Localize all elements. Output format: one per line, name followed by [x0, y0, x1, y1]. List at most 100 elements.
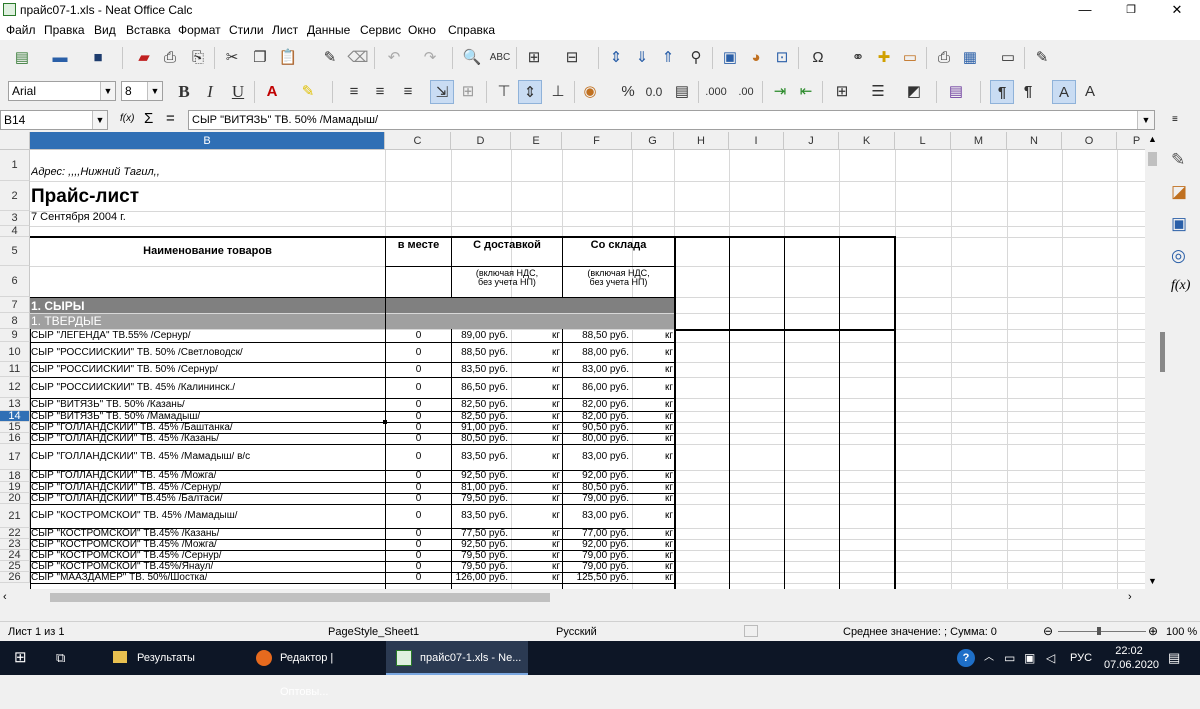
product-name-cell[interactable]: СЫР "МААЗДАМЕР" ТВ. 50%/Шостка/ — [31, 573, 207, 583]
unit-cell[interactable]: кг — [512, 383, 560, 393]
split-window-icon[interactable]: ▭ — [996, 46, 1020, 70]
zoom-in-icon[interactable]: ⊕ — [1148, 624, 1158, 638]
column-header-j[interactable]: J — [784, 132, 839, 150]
unit-cell[interactable]: кг — [512, 452, 560, 462]
qty-cell[interactable]: 0 — [386, 562, 451, 572]
border-style-icon[interactable]: ☰ — [866, 80, 890, 104]
unit-cell[interactable]: кг — [512, 540, 560, 550]
price-warehouse-cell[interactable]: 80,50 руб. — [563, 483, 629, 493]
chevron-down-icon[interactable]: ▼ — [100, 82, 115, 100]
table-row[interactable]: СЫР "ВИТЯЗЬ" ТВ. 50% /Казань/ 0 82,50 ру… — [30, 399, 676, 411]
product-name-cell[interactable]: СЫР "ВИТЯЗЬ" ТВ. 50% /Казань/ — [31, 400, 185, 410]
column-header-i[interactable]: I — [729, 132, 784, 150]
unit-cell[interactable]: кг — [633, 365, 673, 375]
qty-cell[interactable]: 0 — [386, 471, 451, 481]
table-row[interactable]: СЫР "ГОЛЛАНДСКИЙ" ТВ. 45% /Казань/ 0 80,… — [30, 434, 676, 444]
price-warehouse-cell[interactable]: 92,00 руб. — [563, 540, 629, 550]
unit-cell[interactable]: кг — [633, 452, 673, 462]
select-all-corner[interactable] — [0, 132, 30, 150]
price-warehouse-cell[interactable]: 88,50 руб. — [563, 331, 629, 341]
column-header-k[interactable]: K — [839, 132, 895, 150]
unit-cell[interactable]: кг — [633, 348, 673, 358]
table-row[interactable]: СЫР "РОССИЙСКИЙ" ТВ. 50% /Светловодск/ 0… — [30, 343, 676, 362]
merge-cells-icon[interactable]: ⊞ — [456, 80, 480, 104]
column-header-f[interactable]: F — [562, 132, 632, 150]
currency-format-icon[interactable]: ◉ — [578, 80, 602, 104]
unit-cell[interactable]: кг — [512, 471, 560, 481]
increase-indent-icon[interactable]: ⇥ — [768, 80, 792, 104]
qty-cell[interactable]: 0 — [386, 551, 451, 561]
table-row[interactable]: СЫР "КОСТРОМСКОЙ" ТВ.45% /Казань/ 0 77,5… — [30, 529, 676, 539]
help-icon[interactable]: ? — [957, 649, 975, 667]
right-to-left-icon[interactable]: ¶ — [1016, 80, 1040, 104]
zoom-out-icon[interactable]: ⊖ — [1043, 624, 1053, 638]
borders-icon[interactable]: ⊞ — [830, 80, 854, 104]
price-delivery-cell[interactable]: 91,00 руб. — [452, 423, 508, 433]
sum-button[interactable]: Σ — [144, 110, 153, 127]
unit-cell[interactable]: кг — [633, 423, 673, 433]
table-row[interactable]: СЫР "РОССИЙСКИЙ" ТВ. 45% /Калининск./ 0 … — [30, 378, 676, 398]
price-warehouse-cell[interactable]: 125,50 руб. — [563, 573, 629, 583]
qty-cell[interactable]: 0 — [386, 331, 451, 341]
clock[interactable]: 22:02 07.06.2020 — [1104, 644, 1159, 674]
qty-cell[interactable]: 0 — [386, 483, 451, 493]
pivot-table-icon[interactable]: ⊡ — [770, 46, 794, 70]
minimize-button[interactable]: — — [1062, 0, 1108, 20]
row-header[interactable]: 3 — [0, 211, 30, 226]
unit-cell[interactable]: кг — [512, 511, 560, 521]
hyperlink-icon[interactable]: ⚭ — [846, 46, 870, 70]
left-to-right-icon[interactable]: ¶ — [990, 80, 1014, 104]
table-row[interactable]: СЫР "ЛЕГЕНДА" ТВ.55% /Сернур/ 0 89,00 ру… — [30, 330, 676, 342]
row-header[interactable]: 4 — [0, 226, 30, 237]
row-header[interactable]: 17 — [0, 444, 30, 470]
column-header-l[interactable]: L — [895, 132, 951, 150]
unit-cell[interactable]: кг — [512, 494, 560, 504]
zoom-slider-knob[interactable] — [1097, 627, 1101, 635]
price-delivery-cell[interactable]: 126,00 руб. — [452, 573, 508, 583]
menu-view[interactable]: Вид — [94, 23, 116, 37]
qty-cell[interactable]: 0 — [386, 383, 451, 393]
insert-chart-icon[interactable]: ◕ — [744, 46, 768, 70]
copy-icon[interactable]: ❐ — [248, 46, 272, 70]
unit-cell[interactable]: кг — [633, 540, 673, 550]
decrease-indent-icon[interactable]: ⇤ — [794, 80, 818, 104]
column-insert-icon[interactable]: ⊟ — [560, 46, 584, 70]
product-name-cell[interactable]: СЫР "КОСТРОМСКОЙ" ТВ.45% /Можга/ — [31, 540, 217, 550]
menu-file[interactable]: Файл — [6, 23, 36, 37]
price-delivery-cell[interactable]: 80,50 руб. — [452, 434, 508, 444]
price-delivery-cell[interactable]: 83,50 руб. — [452, 365, 508, 375]
unit-cell[interactable]: кг — [512, 483, 560, 493]
menu-window[interactable]: Окно — [408, 23, 436, 37]
column-header-p[interactable]: P — [1117, 132, 1145, 150]
price-delivery-cell[interactable]: 81,00 руб. — [452, 483, 508, 493]
font-color-icon[interactable]: A — [260, 80, 284, 104]
special-character-icon[interactable]: Ω — [806, 46, 830, 70]
qty-cell[interactable]: 0 — [386, 365, 451, 375]
table-row[interactable]: СЫР "КОСТРОМСКОЙ" ТВ.45% /Можга/ 0 92,50… — [30, 540, 676, 550]
product-name-cell[interactable]: СЫР "ГОЛЛАНДСКИЙ" ТВ. 45% /Казань/ — [31, 434, 219, 444]
function-wizard-button[interactable]: f(x) — [120, 113, 134, 124]
taskbar-item-calc[interactable]: прайс07-1.xls - Ne... — [386, 641, 528, 675]
print-icon[interactable]: ⎙ — [158, 46, 182, 70]
product-name-cell[interactable]: СЫР "ГОЛЛАНДСКИЙ" ТВ.45% /Балтаси/ — [31, 494, 223, 504]
product-name-cell[interactable]: СЫР "РОССИЙСКИЙ" ТВ. 50% /Светловодск/ — [31, 348, 243, 358]
task-view-icon[interactable]: ⧉ — [56, 641, 65, 675]
qty-cell[interactable]: 0 — [386, 494, 451, 504]
date-format-icon[interactable]: ▤ — [670, 80, 694, 104]
unit-cell[interactable]: кг — [633, 331, 673, 341]
row-header[interactable]: 1 — [0, 150, 30, 181]
column-header-h[interactable]: H — [674, 132, 729, 150]
sort-descending-icon[interactable]: ⇑ — [656, 46, 680, 70]
taskbar-item-firefox[interactable]: Редактор | Оптовы... — [248, 641, 382, 698]
unit-cell[interactable]: кг — [512, 434, 560, 444]
undo-icon[interactable]: ↶ — [382, 46, 406, 70]
align-bottom-icon[interactable]: ⊥ — [546, 80, 570, 104]
price-warehouse-cell[interactable]: 82,00 руб. — [563, 412, 629, 422]
unit-cell[interactable]: кг — [633, 400, 673, 410]
price-warehouse-cell[interactable]: 90,50 руб. — [563, 423, 629, 433]
print-preview-icon[interactable]: ⎘ — [186, 46, 210, 70]
italic-button[interactable]: I — [198, 80, 222, 104]
table-row[interactable]: СЫР "КОСТРОМСКОЙ" ТВ. 45% /Мамадыш/ 0 83… — [30, 505, 676, 528]
comment-icon[interactable]: ✚ — [872, 46, 896, 70]
price-warehouse-cell[interactable]: 88,00 руб. — [563, 348, 629, 358]
